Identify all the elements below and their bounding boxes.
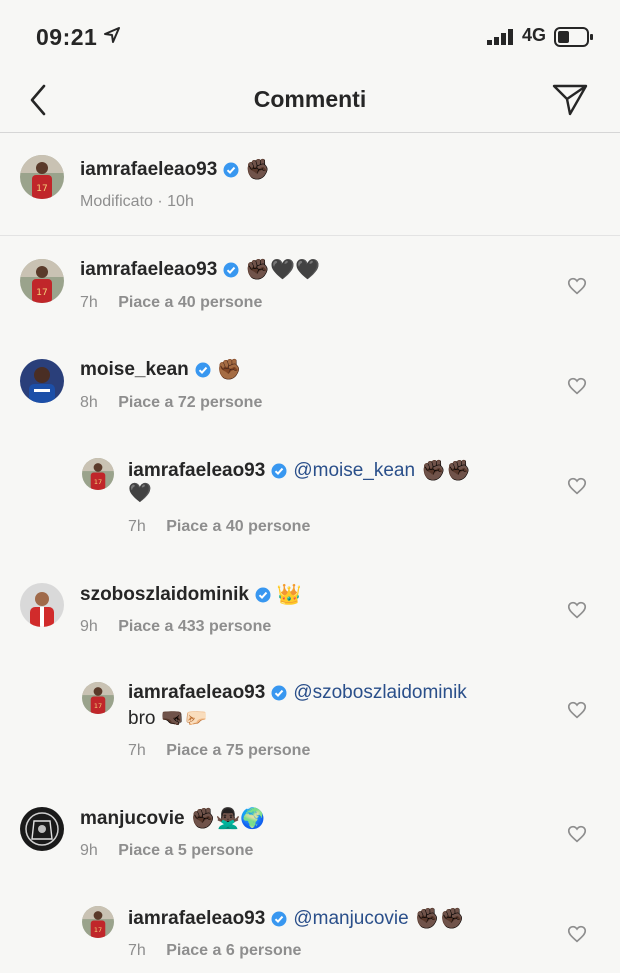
comment-username[interactable]: iamrafaeleao93: [128, 460, 265, 482]
comment-likes[interactable]: Piace a 433 persone: [118, 618, 271, 635]
comment-likes[interactable]: Piace a 40 persone: [118, 294, 262, 311]
send-direct-icon[interactable]: [552, 83, 588, 117]
comment-username[interactable]: iamrafaeleao93: [128, 682, 265, 704]
nav-bar: Commenti: [0, 70, 620, 133]
comment-time: 8h: [80, 394, 98, 411]
verified-badge-icon: [271, 463, 287, 478]
comment-username[interactable]: moise_kean: [80, 359, 189, 381]
like-heart-icon[interactable]: [566, 923, 588, 945]
page-title: Commenti: [253, 86, 367, 112]
verified-badge-icon: [255, 587, 271, 602]
avatar[interactable]: 17: [82, 682, 114, 714]
like-heart-icon[interactable]: [566, 699, 588, 721]
verified-badge-icon: [223, 262, 239, 277]
like-heart-icon[interactable]: [566, 823, 588, 845]
comment-text: ✊🏿✊🏿: [421, 460, 471, 482]
comment-time: 9h: [80, 842, 98, 859]
avatar[interactable]: 17: [82, 906, 114, 938]
comment-username[interactable]: szoboszlaidominik: [80, 584, 249, 606]
comment-time: 7h: [128, 742, 146, 759]
avatar[interactable]: 17: [20, 259, 64, 303]
comment-text: 👑: [276, 584, 302, 606]
caption-emoji: ✊🏿: [245, 159, 271, 181]
signal-icon: [487, 29, 513, 45]
verified-badge-icon: [195, 362, 211, 377]
verified-badge-icon: [223, 162, 239, 177]
avatar[interactable]: [20, 583, 64, 627]
avatar[interactable]: 17: [82, 458, 114, 490]
comment-likes[interactable]: Piace a 40 persone: [166, 518, 310, 535]
svg-text:17: 17: [36, 288, 47, 298]
caption-username[interactable]: iamrafaeleao93: [80, 159, 217, 181]
status-time: 09:21: [36, 24, 98, 50]
avatar[interactable]: [20, 359, 64, 403]
comment-likes[interactable]: Piace a 5 persone: [118, 842, 253, 859]
status-bar: 09:21 4G: [0, 0, 620, 70]
comment-mention[interactable]: @moise_kean: [293, 460, 415, 482]
avatar[interactable]: 17: [20, 155, 64, 199]
svg-text:17: 17: [94, 926, 102, 934]
verified-badge-icon: [271, 685, 287, 701]
caption-meta: Modificato · 10h: [80, 193, 194, 210]
comment-time: 7h: [128, 942, 146, 959]
comment-mention[interactable]: @szoboszlaidominik: [293, 682, 466, 704]
location-arrow-icon: [104, 27, 120, 43]
svg-text:17: 17: [94, 702, 102, 710]
comment-time: 7h: [80, 294, 98, 311]
comment-text: ✊🏿🙅🏿‍♂️🌍: [190, 808, 266, 830]
verified-badge-icon: [271, 911, 287, 926]
comment-username[interactable]: manjucovie: [80, 808, 185, 830]
avatar[interactable]: [20, 807, 64, 851]
battery-icon: [554, 27, 593, 47]
like-heart-icon[interactable]: [566, 475, 588, 497]
comment-likes[interactable]: Piace a 75 persone: [166, 742, 310, 759]
like-heart-icon[interactable]: [566, 599, 588, 621]
comment-text: ✊🏿✊🏿: [414, 908, 465, 930]
svg-text:17: 17: [94, 478, 102, 486]
like-heart-icon[interactable]: [566, 275, 588, 297]
comment-text: ✊🏿🖤🖤: [245, 259, 321, 281]
svg-text:17: 17: [36, 184, 47, 194]
comment-text: ✊🏾: [216, 359, 242, 381]
comment-mention[interactable]: @manjucovie: [293, 908, 408, 930]
comment-likes[interactable]: Piace a 72 persone: [118, 394, 262, 411]
comment-time: 7h: [128, 518, 146, 535]
comment-time: 9h: [80, 618, 98, 635]
like-heart-icon[interactable]: [566, 375, 588, 397]
comment-username[interactable]: iamrafaeleao93: [80, 259, 217, 281]
comment-text-continued: bro 🤜🏿🤛🏻: [128, 708, 209, 729]
comment-username[interactable]: iamrafaeleao93: [128, 908, 265, 930]
comment-likes[interactable]: Piace a 6 persone: [166, 942, 301, 959]
comment-text-continued: 🖤: [128, 483, 152, 504]
post-caption: 17 iamrafaeleao93 ✊🏿 Modificato · 10h: [0, 133, 620, 236]
network-type: 4G: [522, 25, 547, 45]
